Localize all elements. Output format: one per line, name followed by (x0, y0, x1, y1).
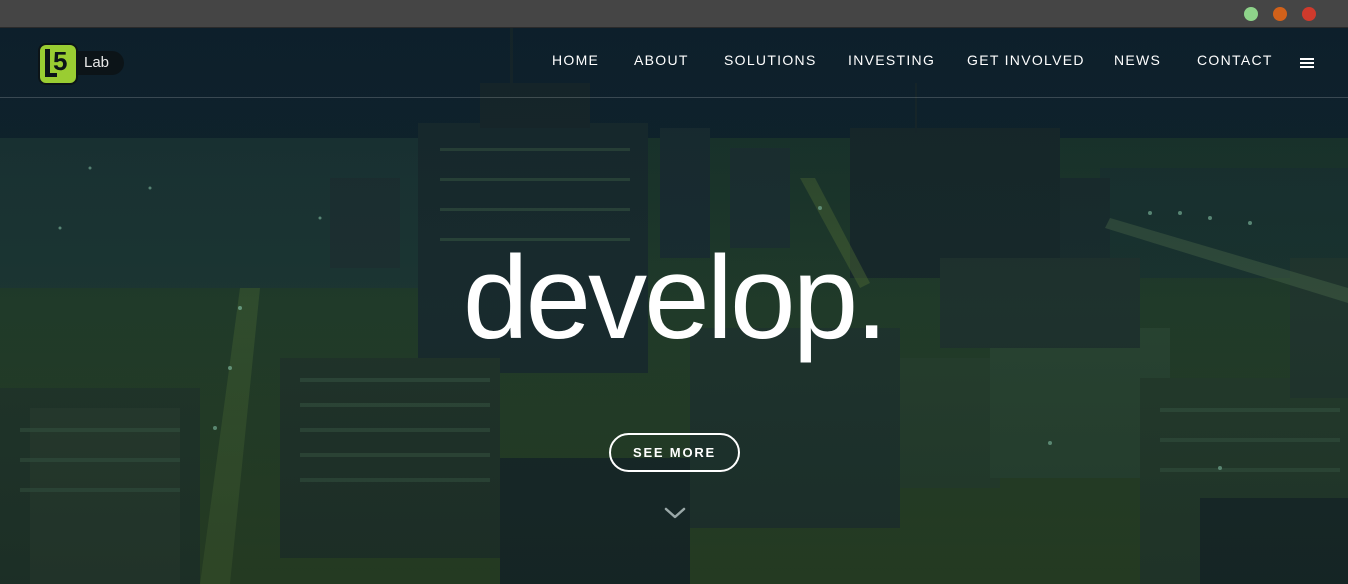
nav-item-about[interactable]: ABOUT (634, 52, 689, 68)
window-title-bar (0, 0, 1348, 28)
hero-headline: develop. (462, 232, 888, 364)
nav-item-contact[interactable]: CONTACT (1197, 52, 1273, 68)
see-more-button[interactable]: SEE MORE (609, 433, 740, 472)
hamburger-icon[interactable] (1300, 58, 1314, 70)
nav-item-solutions[interactable]: SOLUTIONS (724, 52, 817, 68)
window-close-button[interactable] (1302, 7, 1316, 21)
nav-item-home[interactable]: HOME (552, 52, 599, 68)
chevron-down-icon[interactable] (664, 506, 686, 520)
hero-section: Lab 5 HOME ABOUT SOLUTIONS INVESTING GET… (0, 28, 1348, 584)
nav-item-get-involved[interactable]: GET INVOLVED (967, 52, 1085, 68)
window-maximize-button[interactable] (1244, 7, 1258, 21)
top-navbar: Lab 5 HOME ABOUT SOLUTIONS INVESTING GET… (0, 28, 1348, 98)
main-nav: HOME ABOUT SOLUTIONS INVESTING GET INVOL… (0, 52, 1348, 72)
nav-item-investing[interactable]: INVESTING (848, 52, 935, 68)
window-minimize-button[interactable] (1273, 7, 1287, 21)
nav-item-news[interactable]: NEWS (1114, 52, 1161, 68)
